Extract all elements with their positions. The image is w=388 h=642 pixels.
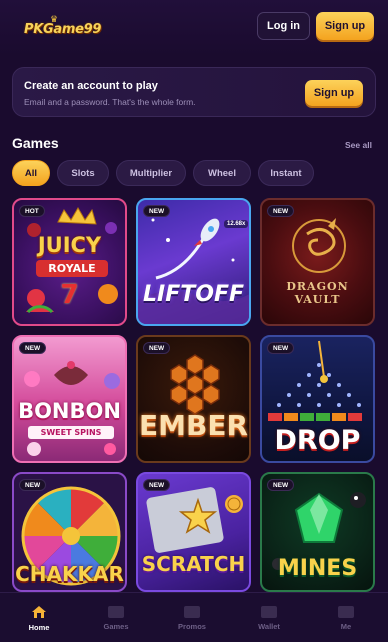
chakkar-title: CHAKKAR bbox=[15, 562, 124, 586]
multiplier-readout: 12.68x bbox=[224, 220, 249, 228]
new-badge: NEW bbox=[143, 479, 171, 491]
game-tile-dragon-vault[interactable]: DRAGON VAULT NEW bbox=[260, 198, 375, 326]
liftoff-title: LIFTOFF bbox=[143, 282, 244, 307]
promo-title: Create an account to play bbox=[24, 80, 158, 92]
new-badge: NEW bbox=[143, 342, 171, 354]
create-account-card: Create an account to play Email and a pa… bbox=[12, 67, 376, 117]
home-icon bbox=[32, 605, 46, 618]
new-badge: NEW bbox=[267, 342, 295, 354]
game-tile-bonbon[interactable]: BONBON SWEET SPINS NEW bbox=[12, 335, 127, 463]
nav-item-me[interactable]: Me bbox=[316, 593, 376, 642]
nav-label-me: Me bbox=[340, 621, 352, 631]
see-all-link[interactable]: See all bbox=[345, 140, 372, 150]
filter-chip-wheel[interactable]: Wheel bbox=[193, 160, 251, 186]
new-badge: NEW bbox=[19, 479, 47, 491]
bonbon-title-line1: BONBON bbox=[18, 399, 121, 423]
games-section-title: Games bbox=[12, 135, 59, 151]
promos-icon bbox=[184, 605, 200, 618]
login-button[interactable]: Log in bbox=[257, 12, 310, 40]
nav-label-promos: Promos bbox=[178, 621, 206, 631]
mines-title: MINES bbox=[277, 556, 358, 581]
juicy-title-line2: ROYALE bbox=[36, 260, 108, 277]
game-tile-mines[interactable]: MINES NEW bbox=[260, 472, 375, 592]
bottom-navigation: Home Games Promos Wallet Me bbox=[0, 592, 388, 642]
game-filter-chips: All Slots Multiplier Wheel Instant bbox=[12, 160, 314, 186]
brand-logo[interactable]: ♛ PKGame99 bbox=[16, 14, 101, 40]
new-badge: NEW bbox=[267, 205, 295, 217]
game-tile-chakkar[interactable]: CHAKKAR NEW bbox=[12, 472, 127, 592]
hot-badge: HOT bbox=[19, 205, 45, 217]
drop-title: DROP bbox=[274, 425, 361, 456]
signup-button-promo[interactable]: Sign up bbox=[305, 80, 363, 106]
game-tile-ember[interactable]: EMBER NEW bbox=[136, 335, 251, 463]
filter-chip-instant[interactable]: Instant bbox=[258, 160, 314, 186]
nav-item-wallet[interactable]: Wallet bbox=[239, 593, 299, 642]
new-badge: NEW bbox=[267, 479, 295, 491]
lucky-seven-symbol: 7 bbox=[60, 280, 79, 310]
new-badge: NEW bbox=[143, 205, 171, 217]
game-tile-liftoff[interactable]: 12.68x LIFTOFF NEW bbox=[136, 198, 251, 326]
profile-icon bbox=[338, 605, 354, 618]
filter-chip-multiplier[interactable]: Multiplier bbox=[116, 160, 186, 186]
scratch-title: SCRATCH bbox=[141, 552, 246, 576]
new-badge: NEW bbox=[19, 342, 47, 354]
juicy-title-line1: JUICY bbox=[37, 233, 102, 257]
nav-label-home: Home bbox=[28, 622, 50, 632]
ember-title: EMBER bbox=[138, 409, 249, 442]
promo-subtitle: Email and a password. That's the whole f… bbox=[24, 97, 196, 107]
honeycomb-illustration bbox=[170, 354, 220, 415]
game-tile-juicy-royale[interactable]: JUICY ROYALE 7 HOT bbox=[12, 198, 127, 326]
nav-item-games[interactable]: Games bbox=[86, 593, 146, 642]
wallet-icon bbox=[261, 605, 277, 618]
nav-label-games: Games bbox=[103, 621, 129, 631]
logo-text: PKGame99 bbox=[24, 22, 102, 37]
nav-label-wallet: Wallet bbox=[258, 621, 280, 631]
game-tile-scratch[interactable]: SCRATCH NEW bbox=[136, 472, 251, 592]
dragon-title-line1: DRAGON bbox=[286, 280, 349, 293]
signup-button-header[interactable]: Sign up bbox=[316, 12, 374, 40]
filter-chip-slots[interactable]: Slots bbox=[57, 160, 109, 186]
nav-item-promos[interactable]: Promos bbox=[162, 593, 222, 642]
filter-chip-all[interactable]: All bbox=[12, 160, 50, 186]
dragon-title-line2: VAULT bbox=[294, 293, 341, 306]
games-icon bbox=[108, 605, 124, 618]
rocket-illustration bbox=[138, 218, 249, 324]
dragon-emblem-icon bbox=[292, 218, 346, 273]
bonbon-title-line2: SWEET SPINS bbox=[28, 426, 114, 439]
game-tile-drop[interactable]: DROP NEW bbox=[260, 335, 375, 463]
nav-item-home[interactable]: Home bbox=[9, 593, 69, 642]
top-bar: ♛ PKGame99 Log in Sign up bbox=[0, 0, 388, 56]
